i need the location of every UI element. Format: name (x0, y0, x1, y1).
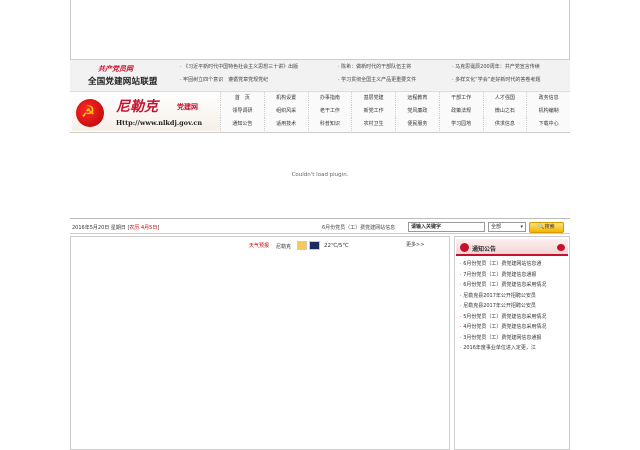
notice-header: 通知公告 (456, 239, 568, 256)
union-calligraphy: 共产党员网 (98, 64, 133, 73)
union-news-item[interactable]: · 马克思诞辰200周年：共产党宣言传续 (452, 63, 570, 71)
notice-item[interactable]: 5月份党员（工）费党建信息采用情况 (460, 312, 568, 323)
nav-item[interactable]: 远程教育 (395, 92, 439, 105)
nav-item[interactable]: 老干工作 (307, 105, 352, 118)
search-button-label: 搜索 (544, 224, 555, 230)
notice-icon (460, 243, 469, 252)
brand-subtitle: 党建网 (177, 103, 198, 111)
nav-item[interactable]: 农村卫生 (351, 118, 395, 131)
notice-item[interactable]: 6月份党员（工）费党建信息采用情况 (460, 280, 568, 291)
nav-item[interactable]: 基层党建 (351, 92, 395, 105)
nav-item[interactable]: 首 页 (220, 92, 264, 105)
nav-item[interactable]: 领导调研 (220, 105, 264, 118)
notice-item[interactable]: 尼勒克县2017年公开招聘公安员 (460, 291, 568, 302)
sunny-weather-icon (297, 241, 307, 250)
union-news-item[interactable]: · 牢固树立四个意识 遵循党章党规党纪 (180, 76, 338, 84)
nav-item[interactable]: 人才强国 (482, 92, 527, 105)
more-link[interactable]: 更多>> (406, 241, 424, 248)
notice-item[interactable]: 尼勒克县2017年公开招聘公安员 (460, 301, 568, 312)
plugin-error-message: Couldn't load plugin. (291, 172, 349, 178)
top-banner (70, 0, 570, 60)
nav-item[interactable]: 党风廉政 (395, 105, 439, 118)
party-emblem-icon: ☭ (76, 99, 104, 127)
date-text: 2016年5月20日 星期日 (72, 225, 126, 231)
info-search-bar: 2016年5月20日 星期日 [农历 4月5日] 6月份党员（工）费党建网站信息… (70, 218, 570, 234)
notice-item[interactable]: 7月份党员（工）费党建信息通报 (460, 270, 568, 281)
notice-panel: 通知公告 6月份党员（工）费党建网站信息通 7月份党员（工）费党建信息通报 6月… (454, 236, 570, 450)
nav-item[interactable]: 通知公告 (220, 118, 264, 131)
search-input[interactable]: 请输入关键字 (408, 222, 485, 232)
union-news-item[interactable]: · 《习近平新时代中国特色社会主义思想三十讲》出版 (180, 63, 338, 71)
notice-list: 6月份党员（工）费党建网站信息通 7月份党员（工）费党建信息通报 6月份党员（工… (460, 259, 568, 354)
main-content-panel: 天气预报 尼勒克 22℃/5℃ 更多>> (70, 236, 450, 450)
site-header: ☭ 尼勒克 党建网 Http://www.nlkdj.gov.cn 首 页 机构… (70, 92, 570, 133)
union-news-item[interactable]: · 陈希：做新时代的干部队伍主将 (338, 63, 452, 71)
nav-item[interactable]: 政策法规 (438, 105, 483, 118)
chevron-down-icon: ▾ (520, 224, 523, 230)
weather-temperature: 22℃/5℃ (324, 243, 349, 249)
nav-item[interactable]: 适用技术 (263, 118, 308, 131)
search-button[interactable]: 🔍搜索 (529, 222, 564, 233)
nav-item[interactable]: 组织风采 (263, 105, 308, 118)
nav-item[interactable]: 机构编制 (526, 105, 570, 118)
union-bar: 共产党员网 全国党建网站联盟 · 《习近平新时代中国特色社会主义思想三十讲》出版… (70, 60, 570, 92)
union-logo[interactable]: 共产党员网 全国党建网站联盟 (78, 64, 178, 88)
union-news-list: · 《习近平新时代中国特色社会主义思想三十讲》出版 · 陈希：做新时代的干部队伍… (180, 63, 570, 84)
nav-item[interactable]: 政务信息 (526, 92, 570, 105)
night-weather-icon (309, 241, 320, 250)
brand-name: 尼勒克 (116, 99, 158, 115)
notice-item[interactable]: 6月份党员（工）费党建网站信息通 (460, 259, 568, 270)
union-name: 全国党建网站联盟 (88, 77, 158, 87)
nav-item[interactable]: 机构设置 (263, 92, 308, 105)
notice-item[interactable]: 3月份党员（工）费党建网信息通报 (460, 333, 568, 344)
notice-item[interactable]: 2016年度事业单位进入定更，江 (460, 343, 568, 354)
nav-item[interactable]: 干部工作 (438, 92, 483, 105)
site-url: Http://www.nlkdj.gov.cn (116, 119, 203, 127)
scrolling-news[interactable]: 6月份党员（工）费党建网站信息 (322, 224, 402, 231)
nav-item[interactable]: 学习园地 (438, 118, 483, 131)
notice-item[interactable]: 4月份党员（工）费党建信息采用情况 (460, 322, 568, 333)
date-display: 2016年5月20日 星期日 [农历 4月5日] (72, 225, 160, 231)
nav-item[interactable]: 便民服务 (395, 118, 439, 131)
notice-title: 通知公告 (472, 246, 497, 253)
union-news-item[interactable]: · 学习贯彻全国主义产品更重要文件 (338, 76, 452, 84)
union-news-item[interactable]: · 多样文化“学会”走好新时代的答卷考题 (452, 76, 570, 84)
site-logo[interactable]: ☭ 尼勒克 党建网 Http://www.nlkdj.gov.cn (72, 93, 220, 131)
nav-item[interactable]: 供求信息 (482, 118, 527, 131)
notice-more-icon[interactable] (557, 244, 565, 251)
nav-item[interactable]: 科普知识 (307, 118, 352, 131)
search-scope-select[interactable]: 全部 ▾ (488, 222, 526, 232)
nav-item[interactable]: 微山之石 (482, 105, 527, 118)
weather-label: 天气预报 (249, 243, 270, 249)
nav-item[interactable]: 新党工作 (351, 105, 395, 118)
weather-city: 尼勒克 (276, 244, 292, 250)
lunar-date-link[interactable]: 农历 4月5日 (129, 225, 157, 231)
nav-item[interactable]: 办事指南 (307, 92, 352, 105)
nav-item[interactable]: 下载中心 (526, 118, 570, 131)
search-scope-value: 全部 (491, 224, 502, 230)
main-nav: 首 页 机构设置 办事指南 基层党建 远程教育 干部工作 人才强国 政务信息 领… (220, 92, 570, 132)
